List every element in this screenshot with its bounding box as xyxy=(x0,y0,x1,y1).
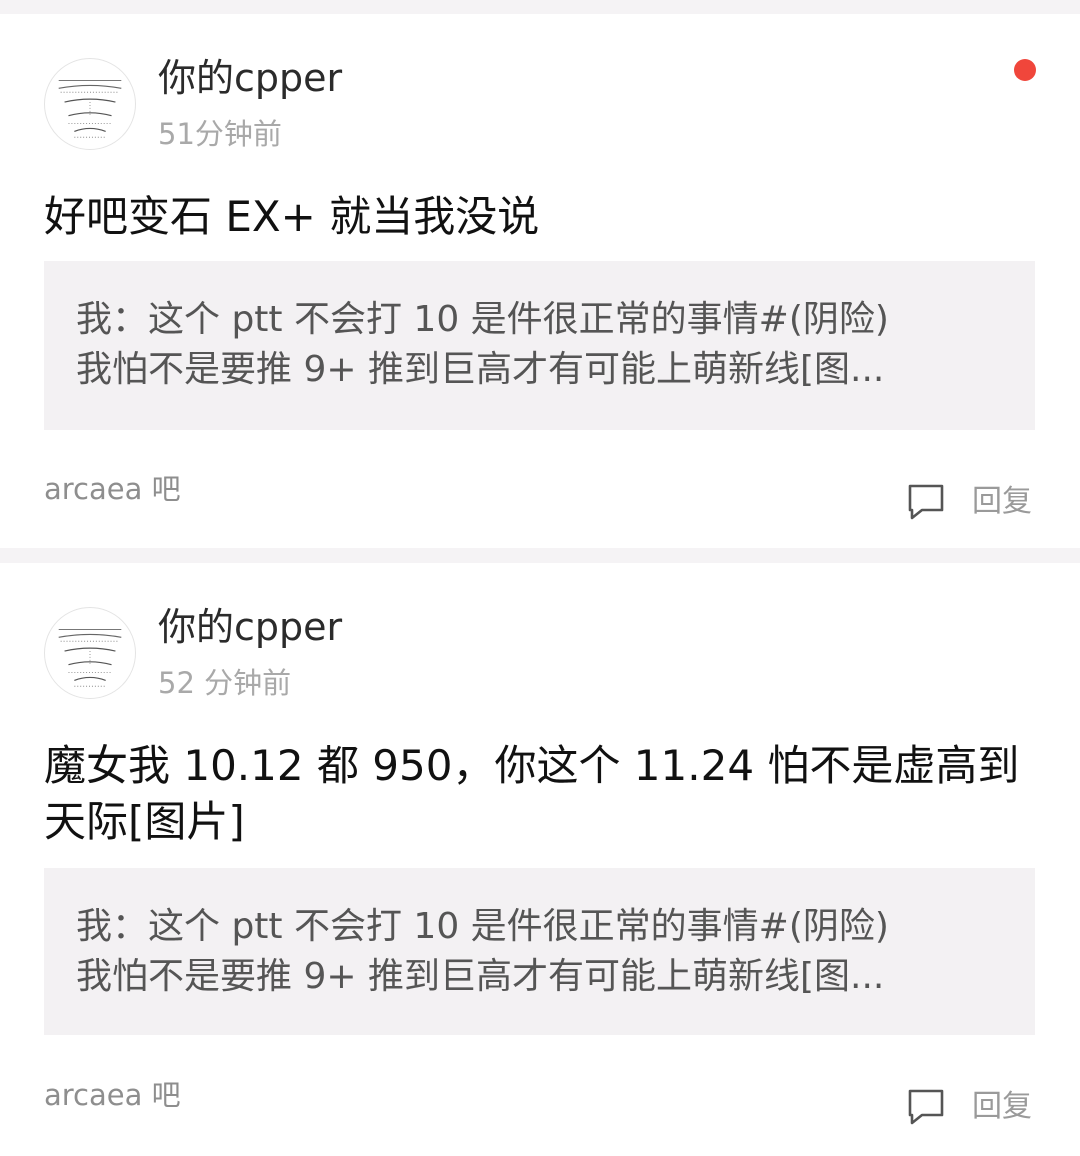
quote-line: 我怕不是要推 9+ 推到巨高才有可能上萌新线[图... xyxy=(76,956,885,997)
username[interactable]: 你的cpper xyxy=(158,601,342,653)
post-time: 52 分钟前 xyxy=(158,666,292,700)
reply-button[interactable]: 回复 xyxy=(906,1085,1032,1129)
forum-link[interactable]: arcaea 吧 xyxy=(44,469,181,509)
comment-bubble-icon xyxy=(908,1089,944,1125)
reply-button[interactable]: 回复 xyxy=(906,480,1032,524)
quoted-post[interactable]: 我：这个 ptt 不会打 10 是件很正常的事情#(阴险) 我怕不是要推 9+ … xyxy=(44,868,1035,1035)
forum-link[interactable]: arcaea 吧 xyxy=(44,1075,181,1115)
post-card[interactable]: 你的cpper 51分钟前 好吧变石 EX+ 就当我没说 我：这个 ptt 不会… xyxy=(0,14,1080,548)
comment-bubble-icon xyxy=(908,484,944,520)
post-time: 51分钟前 xyxy=(158,117,282,151)
username[interactable]: 你的cpper xyxy=(158,52,342,104)
quoted-post[interactable]: 我：这个 ptt 不会打 10 是件很正常的事情#(阴险) 我怕不是要推 9+ … xyxy=(44,261,1035,430)
quote-line: 我：这个 ptt 不会打 10 是件很正常的事情#(阴险) xyxy=(76,299,889,340)
avatar[interactable] xyxy=(44,607,136,699)
reply-label: 回复 xyxy=(972,484,1032,519)
post-card[interactable]: 你的cpper 52 分钟前 魔女我 10.12 都 950，你这个 11.24… xyxy=(0,563,1080,1156)
avatar[interactable] xyxy=(44,58,136,150)
quote-line: 我：这个 ptt 不会打 10 是件很正常的事情#(阴险) xyxy=(76,906,889,947)
post-title[interactable]: 好吧变石 EX+ 就当我没说 xyxy=(44,189,1024,245)
quote-line: 我怕不是要推 9+ 推到巨高才有可能上萌新线[图... xyxy=(76,349,885,390)
post-title[interactable]: 魔女我 10.12 都 950，你这个 11.24 怕不是虚高到天际[图片] xyxy=(44,738,1024,850)
unread-dot-icon xyxy=(1014,59,1036,81)
reply-label: 回复 xyxy=(972,1089,1032,1124)
